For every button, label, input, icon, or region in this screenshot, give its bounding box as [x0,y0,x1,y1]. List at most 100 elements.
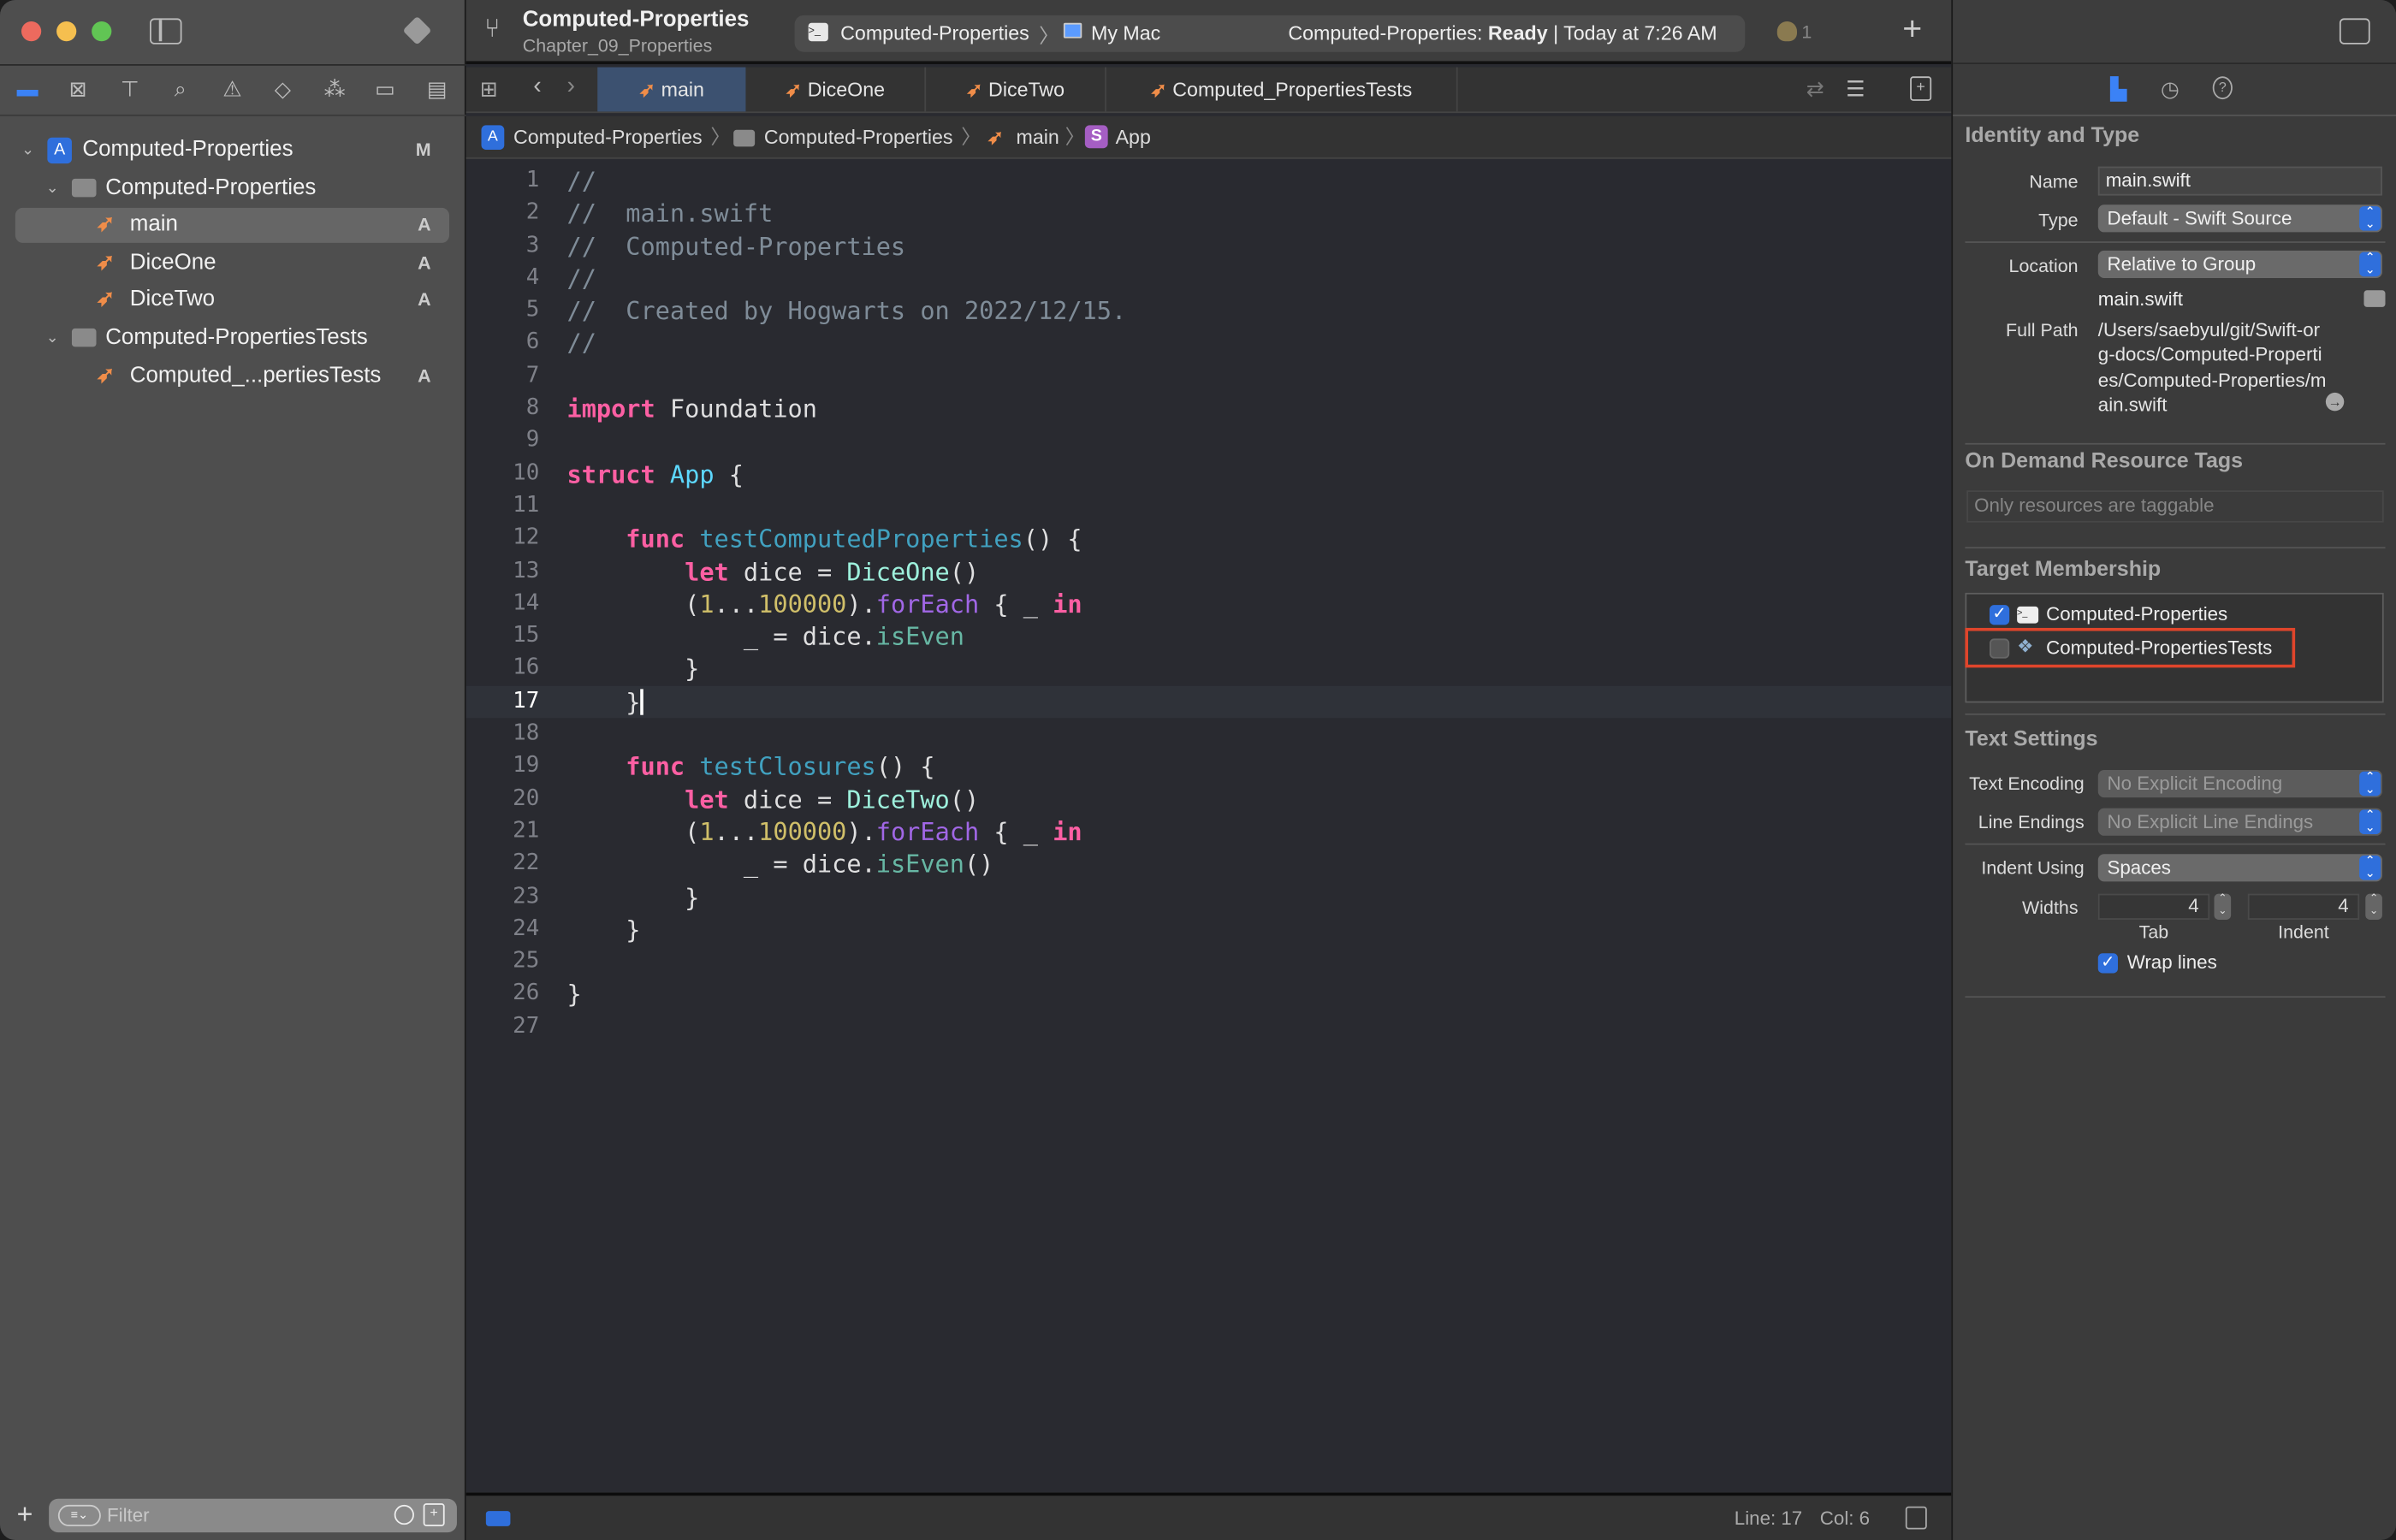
line-number[interactable]: 13 [466,555,539,588]
forward-button[interactable]: › [566,74,575,101]
target-row[interactable]: ✓ >_ Computed-Properties [1966,601,2379,628]
line-number[interactable]: 17 [466,685,539,718]
indent-width-stepper[interactable]: ⌃ ⌄ [2365,893,2382,920]
indent-using-select[interactable]: Spaces ⌃ ⌄ [2097,854,2382,882]
code-line[interactable]: 15 _ = dice.isEven [466,620,1952,653]
debug-navigator-icon[interactable]: ⁂ [319,76,350,102]
scm-filter-icon[interactable]: + [423,1503,445,1526]
toggle-navigator-icon[interactable] [149,18,182,44]
tree-item-group[interactable]: ⌄ Computed-Properties [15,171,449,206]
add-library-button[interactable]: + [1902,9,1922,49]
code-line[interactable]: 3 // Computed-Properties [466,230,1952,263]
tab-tests[interactable]: ➶ Computed_PropertiesTests [1106,67,1458,112]
target-checkbox-checked[interactable]: ✓ [1989,605,2010,625]
history-inspector-icon[interactable]: ◷ [2161,76,2180,102]
indent-width-field[interactable]: 4 [2247,893,2360,920]
destination-selector[interactable]: My Mac [1091,21,1160,44]
location-select[interactable]: Relative to Group ⌃ ⌄ [2097,250,2382,278]
report-navigator-icon[interactable]: ▤ [422,76,453,102]
code-review-icon[interactable]: ⇄ [1806,76,1824,102]
code-line[interactable]: 16 } [466,653,1952,685]
tree-item-file-tests[interactable]: ➶ Computed_...pertiesTests A [15,359,449,394]
line-number[interactable]: 7 [466,360,540,393]
warning-icon[interactable] [1776,21,1797,42]
toggle-debug-area-icon[interactable] [1905,1506,1927,1530]
scheme-selector[interactable]: Computed-Properties [840,21,1029,44]
jumpbar-symbol[interactable]: App [1116,116,1151,157]
target-row-highlighted[interactable]: ❖ Computed-PropertiesTests [1965,627,2296,668]
line-number[interactable]: 24 [466,914,539,946]
code-line[interactable]: 9 [466,425,1952,458]
line-number[interactable]: 5 [466,295,540,328]
disclosure-chevron-icon[interactable]: ⌄ [21,133,34,168]
line-endings-select[interactable]: No Explicit Line Endings ⌃ ⌄ [2097,808,2382,836]
add-file-button[interactable]: + [17,1499,33,1531]
line-number[interactable]: 6 [466,328,540,360]
filter-options-icon[interactable]: ≡⌄ [57,1504,101,1526]
issue-navigator-icon[interactable]: ⚠ [217,76,248,102]
jumpbar-project[interactable]: Computed-Properties [513,116,703,157]
code-line[interactable]: 19 func testClosures() { [466,750,1952,783]
line-number[interactable]: 8 [466,393,540,425]
code-line[interactable]: 20 let dice = DiceTwo() [466,783,1952,815]
branch-name[interactable]: Chapter_09_Properties [523,35,713,56]
line-number[interactable]: 15 [466,620,539,653]
code-line[interactable]: 27 [466,1011,1952,1044]
line-number[interactable]: 4 [466,263,540,295]
name-field[interactable]: main.swift [2097,166,2382,196]
related-items-icon[interactable]: ⊞ [480,76,498,102]
jumpbar-group[interactable]: Computed-Properties [764,116,953,157]
code-line[interactable]: 18 [466,718,1952,750]
code-line[interactable]: 26} [466,979,1952,1011]
line-number[interactable]: 14 [466,588,539,620]
reveal-in-finder-icon[interactable]: → [2325,392,2345,412]
line-number[interactable]: 25 [466,946,539,979]
code-line[interactable]: 11 [466,490,1952,523]
recent-files-icon[interactable] [394,1504,414,1525]
type-select[interactable]: Default - Swift Source ⌃ ⌄ [2097,204,2382,233]
file-inspector-icon[interactable]: ▙ [2110,76,2126,102]
back-button[interactable]: ‹ [533,74,542,101]
code-line[interactable]: 8 import Foundation [466,393,1952,425]
tab-main[interactable]: ➶ main [597,67,746,112]
code-line[interactable]: 14 (1...100000).forEach { _ in [466,588,1952,620]
code-line[interactable]: 12 func testComputedProperties() { [466,523,1952,555]
line-number[interactable]: 16 [466,653,539,685]
disclosure-chevron-icon[interactable]: ⌄ [46,171,59,206]
code-line[interactable]: 24 } [466,914,1952,946]
split-editor-icon[interactable]: + [1910,76,1932,101]
line-number[interactable]: 12 [466,523,539,555]
breakpoints-toggle-icon[interactable] [485,1511,511,1526]
tab-width-field[interactable]: 4 [2097,893,2210,920]
symbol-navigator-icon[interactable]: ⊤ [115,76,145,102]
code-line[interactable]: 6 // [466,328,1952,360]
filter-field[interactable]: ≡⌄ Filter + [49,1498,457,1533]
code-line[interactable]: 1 // [466,165,1952,198]
test-navigator-icon[interactable]: ◇ [267,76,298,102]
line-number[interactable]: 19 [466,750,539,783]
tree-item-file-dicetwo[interactable]: ➶ DiceTwo A [15,282,449,317]
code-line[interactable]: 10 struct App { [466,458,1952,490]
code-line[interactable]: 17 } [466,685,1952,719]
tree-item-project[interactable]: ⌄ A Computed-Properties M [15,133,449,168]
close-window-button[interactable] [21,21,42,42]
wrap-lines-checkbox[interactable]: ✓ [2097,953,2118,974]
text-encoding-select[interactable]: No Explicit Encoding ⌃ ⌄ [2097,769,2382,798]
target-checkbox-unchecked[interactable] [1989,638,2010,659]
code-line[interactable]: 4 // [466,263,1952,295]
line-number[interactable]: 3 [466,230,540,263]
jumpbar-file[interactable]: main [1016,116,1059,157]
tree-item-file-diceone[interactable]: ➶ DiceOne A [15,246,449,281]
minimize-window-button[interactable] [56,21,77,42]
line-number[interactable]: 18 [466,718,539,750]
line-number[interactable]: 22 [466,848,539,880]
line-number[interactable]: 27 [466,1011,539,1044]
tab-width-stepper[interactable]: ⌃ ⌄ [2214,893,2232,920]
line-number[interactable]: 11 [466,490,539,523]
run-icon[interactable] [402,15,432,45]
line-number[interactable]: 20 [466,783,539,815]
toggle-inspector-icon[interactable] [2339,18,2370,44]
code-line[interactable]: 5 // Created by Hogwarts on 2022/12/15. [466,295,1952,328]
line-number[interactable]: 21 [466,815,539,848]
code-line[interactable]: 25 [466,946,1952,979]
